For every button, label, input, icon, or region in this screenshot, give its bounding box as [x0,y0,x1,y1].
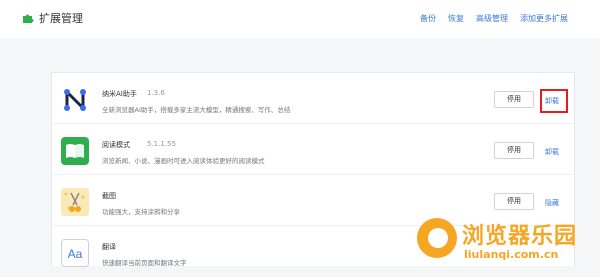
extension-name: 纳米AI助手 [102,90,137,98]
extension-version: 5.1.1.55 [147,140,176,148]
watermark-subtitle: liulanqi.com.cn [464,248,559,261]
brand: 扩展管理 [22,10,83,26]
restore-link[interactable]: 恢复 [448,13,464,24]
disable-button[interactable]: 停用 [494,91,534,108]
nano-ai-icon [64,89,86,111]
puzzle-icon [23,14,34,23]
translate-icon: Aa [61,239,89,267]
disable-button[interactable]: 停用 [494,193,534,210]
page-title: 扩展管理 [39,12,83,25]
hide-link[interactable]: 隐藏 [545,198,559,208]
disable-button[interactable]: 停用 [494,142,534,159]
extension-name: 截图 [102,192,116,200]
svg-text:Aa: Aa [68,247,83,261]
watermark-logo: 浏览器乐园 liulanqi.com.cn [412,214,592,264]
backup-link[interactable]: 备份 [420,13,436,24]
extension-desc: 全新浏览器AI助手，搭载多家主流大模型，精通搜索、写作、总结 [102,106,291,114]
top-nav: 备份 恢复 高级管理 添加更多扩展 [420,13,568,24]
extension-version: 1.3.6 [147,89,165,97]
extension-row-reading-mode: 阅读模式 5.1.1.55 浏览新闻、小说、漫画时可进入阅读体验更好的阅读模式 … [52,124,576,175]
extension-name: 阅读模式 [102,141,130,149]
extension-row-nano-ai: 纳米AI助手 1.3.6 全新浏览器AI助手，搭载多家主流大模型，精通搜索、写作… [52,73,576,124]
book-icon [61,137,89,165]
advanced-manage-link[interactable]: 高级管理 [476,13,508,24]
scissors-icon [61,188,89,216]
add-more-extensions-link[interactable]: 添加更多扩展 [520,13,568,24]
extension-desc: 浏览新闻、小说、漫画时可进入阅读体验更好的阅读模式 [102,157,265,165]
extension-desc: 功能强大，支持涂鸦和分享 [102,208,180,216]
uninstall-link[interactable]: 卸载 [545,147,559,157]
extension-name: 翻译 [102,243,116,251]
top-bar: 扩展管理 备份 恢复 高级管理 添加更多扩展 [0,0,600,38]
watermark-title: 浏览器乐园 [462,224,578,249]
uninstall-link[interactable]: 卸载 [545,96,559,106]
